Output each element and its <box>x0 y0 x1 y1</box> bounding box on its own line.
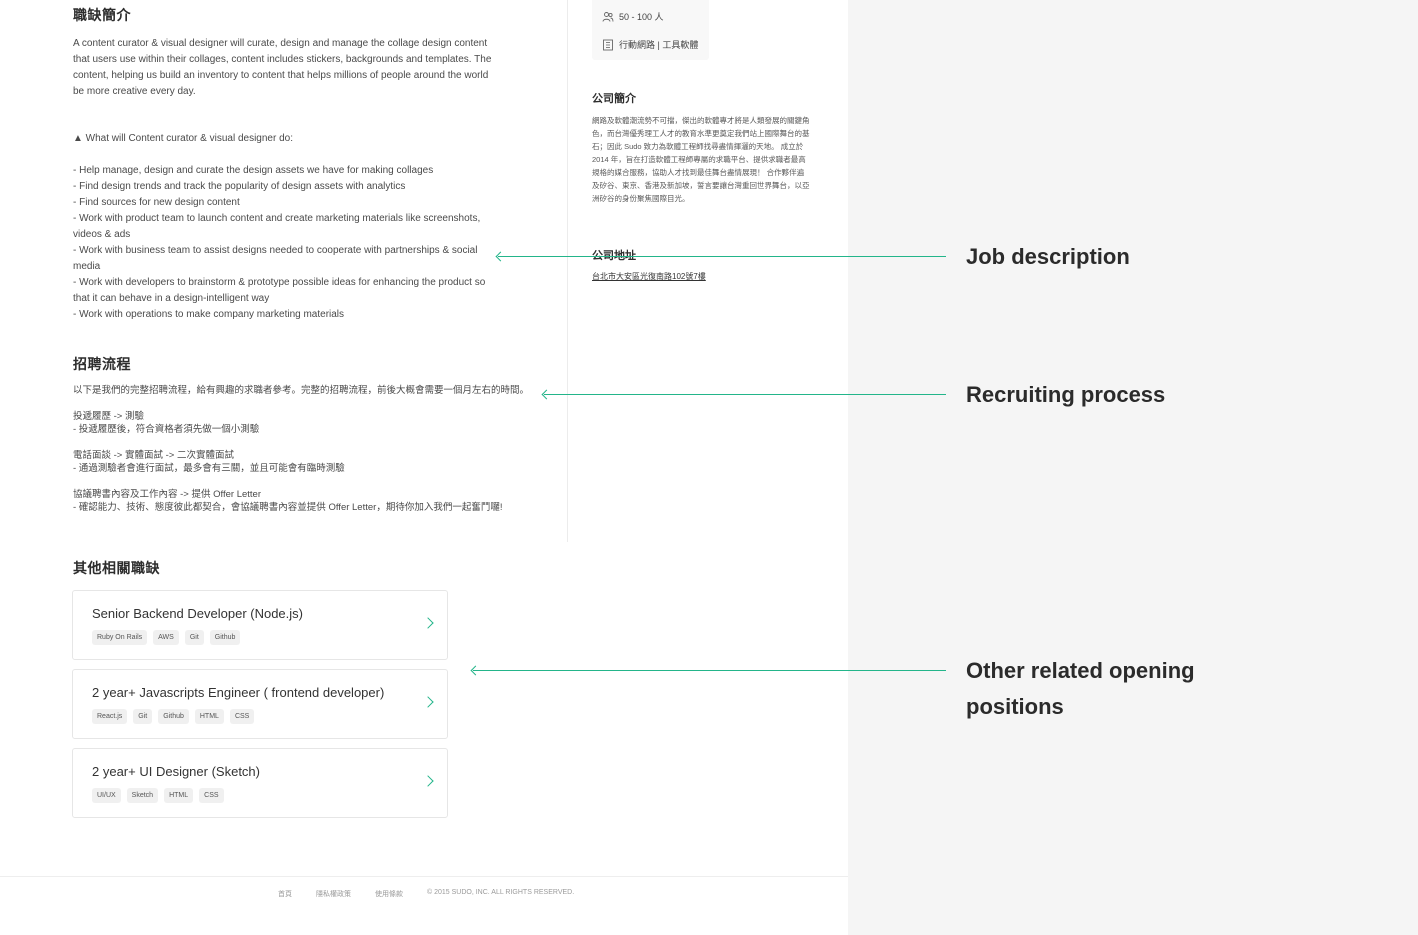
job-duties-heading: ▲ What will Content curator & visual des… <box>73 133 293 144</box>
recruiting-step-title: 投遞履歷 -> 測驗 <box>73 411 144 422</box>
annotation-recruiting-process: Recruiting process <box>966 382 1166 407</box>
recruiting-process-body: 以下是我們的完整招聘流程，給有興趣的求職者參考。完整的招聘流程，前後大概會需要一… <box>73 384 543 527</box>
job-card-tags: React.js Git Github HTML CSS <box>92 709 255 724</box>
job-duties-list: - Help manage, design and curate the des… <box>73 163 498 323</box>
skill-tag: UI/UX <box>92 788 121 803</box>
annotation-other-related: Other related opening positions <box>966 658 1195 719</box>
annotation-line-other-jobs <box>473 670 946 671</box>
company-address-link[interactable]: 台北市大安區光復南路102號7樓 <box>592 271 706 282</box>
job-card-title: Senior Backend Developer (Node.js) <box>92 606 303 621</box>
recruiting-step-detail: - 投遞履歷後，符合資格者須先做一個小測驗 <box>73 424 260 435</box>
skill-tag: CSS <box>229 709 255 724</box>
recruiting-step-detail: - 確認能力、技術、態度彼此都契合，會協議聘書內容並提供 Offer Lette… <box>73 502 503 513</box>
recruiting-step-title: 電話面談 -> 實體面試 -> 二次實體面試 <box>73 450 234 461</box>
recruiting-step: 投遞履歷 -> 測驗 - 投遞履歷後，符合資格者須先做一個小測驗 <box>73 410 543 436</box>
list-item: - Work with business team to assist desi… <box>73 245 478 272</box>
building-icon <box>603 39 613 50</box>
company-intro-text: 網路及軟體潮流勢不可擋，傑出的軟體專才將是人類發展的關鍵角色，而台灣優秀理工人才… <box>592 116 810 203</box>
skill-tag: React.js <box>92 709 128 724</box>
skill-tag: CSS <box>199 788 224 803</box>
list-item: - Find design trends and track the popul… <box>73 181 406 192</box>
company-size: 50 - 100 人 <box>619 12 664 22</box>
annotation-line-recruiting <box>544 394 946 395</box>
list-item: - Work with operations to make company m… <box>73 309 345 320</box>
skill-tag: Git <box>133 709 153 724</box>
skill-tag: Github <box>209 630 241 645</box>
skill-tag: AWS <box>153 630 179 645</box>
footer-divider <box>0 876 848 877</box>
chevron-right-icon <box>422 617 434 629</box>
skill-tag: Github <box>158 709 189 724</box>
other-jobs-title: 其他相關職缺 <box>73 560 160 576</box>
list-item: - Work with developers to brainstorm & p… <box>73 277 486 304</box>
footer: 首頁 隱私權政策 使用條款 © 2015 SUDO, INC. ALL RIGH… <box>278 889 574 899</box>
annotation-line-job-description <box>498 256 946 257</box>
chevron-right-icon <box>422 775 434 787</box>
job-card-title: 2 year+ UI Designer (Sketch) <box>92 764 260 779</box>
list-item: - Work with product team to launch conte… <box>73 213 481 240</box>
company-size-row: 50 - 100 人 <box>602 10 664 23</box>
skill-tag: HTML <box>194 709 224 724</box>
skill-tag: Git <box>184 630 204 645</box>
company-industry: 行動網路 | 工具軟體 <box>619 40 699 50</box>
skill-tag: Ruby On Rails <box>92 630 148 645</box>
recruiting-step: 協議聘書內容及工作內容 -> 提供 Offer Letter - 確認能力、技術… <box>73 488 543 514</box>
chevron-right-icon <box>422 696 434 708</box>
job-page: 職缺簡介 A content curator & visual designer… <box>0 0 848 935</box>
footer-copyright: © 2015 SUDO, INC. ALL RIGHTS RESERVED. <box>427 889 575 896</box>
job-card-title: 2 year+ Javascripts Engineer ( frontend … <box>92 685 385 700</box>
column-divider <box>567 0 568 542</box>
job-card-tags: Ruby On Rails AWS Git Github <box>92 630 241 645</box>
job-description-intro: A content curator & visual designer will… <box>73 38 492 97</box>
company-industry-row: 行動網路 | 工具軟體 <box>602 38 698 51</box>
job-description-title: 職缺簡介 <box>73 7 131 23</box>
recruiting-step-title: 協議聘書內容及工作內容 -> 提供 Offer Letter <box>73 489 262 500</box>
job-card-ui-designer[interactable]: 2 year+ UI Designer (Sketch) UI/UX Sketc… <box>72 748 448 818</box>
annotation-job-description: Job description <box>966 244 1130 269</box>
footer-link-privacy[interactable]: 隱私權政策 <box>316 889 351 899</box>
recruiting-intro: 以下是我們的完整招聘流程，給有興趣的求職者參考。完整的招聘流程，前後大概會需要一… <box>73 385 530 396</box>
list-item: - Find sources for new design content <box>73 197 240 208</box>
recruiting-step-detail: - 通過測驗者會進行面試，最多會有三關，並且可能會有臨時測驗 <box>73 463 345 474</box>
footer-link-home[interactable]: 首頁 <box>278 889 292 899</box>
footer-link-terms[interactable]: 使用條款 <box>375 889 403 899</box>
skill-tag: Sketch <box>126 788 159 803</box>
recruiting-step: 電話面談 -> 實體面試 -> 二次實體面試 - 通過測驗者會進行面試，最多會有… <box>73 449 543 475</box>
skill-tag: HTML <box>164 788 194 803</box>
recruiting-process-title: 招聘流程 <box>73 356 131 372</box>
company-info-box <box>592 0 709 60</box>
company-intro-title: 公司簡介 <box>592 93 636 105</box>
job-card-js-engineer[interactable]: 2 year+ Javascripts Engineer ( frontend … <box>72 669 448 739</box>
people-icon <box>602 11 614 22</box>
company-address-title: 公司地址 <box>592 250 636 262</box>
job-card-tags: UI/UX Sketch HTML CSS <box>92 788 224 803</box>
job-card-senior-backend[interactable]: Senior Backend Developer (Node.js) Ruby … <box>72 590 448 660</box>
list-item: - Help manage, design and curate the des… <box>73 165 434 176</box>
